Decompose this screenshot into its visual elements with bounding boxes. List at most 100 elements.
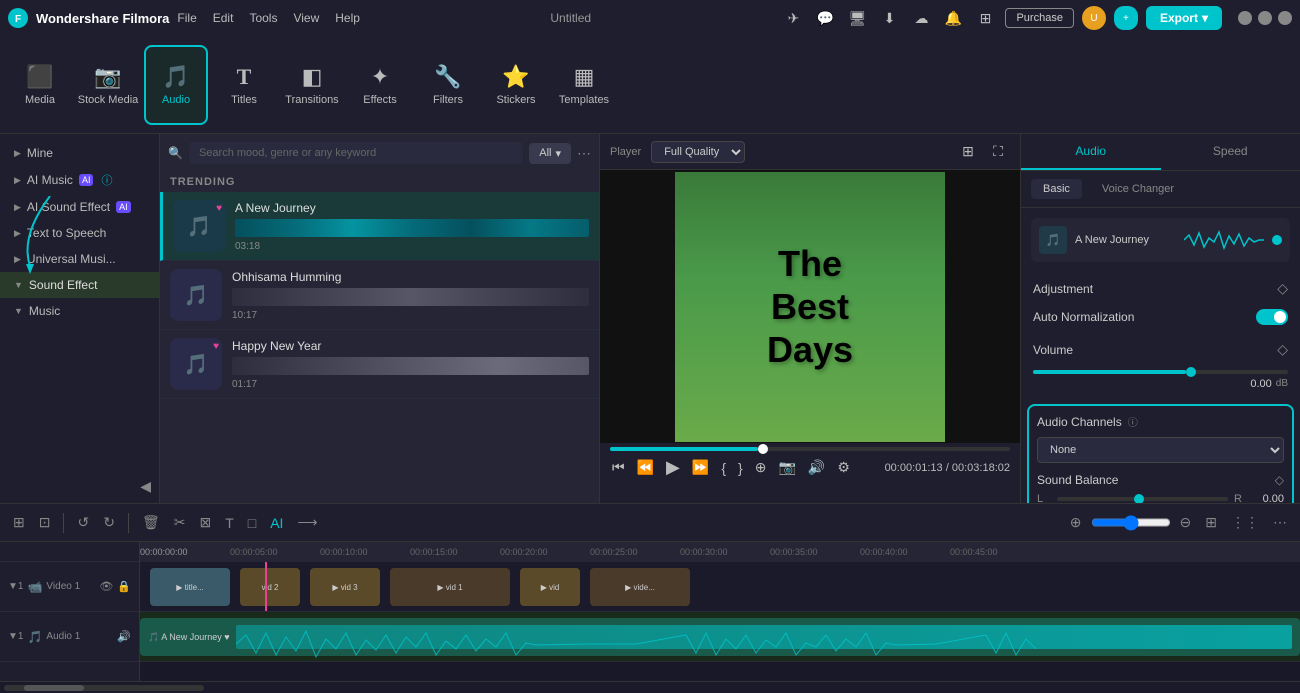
download-icon[interactable]: ⬇	[877, 6, 901, 30]
text-btn[interactable]: T	[220, 512, 239, 534]
mark-out-button[interactable]: }	[736, 458, 745, 478]
apps-icon[interactable]: ⊞	[973, 6, 997, 30]
minimize-button[interactable]	[1238, 11, 1252, 25]
volume-section-header[interactable]: Volume ◇	[1021, 333, 1300, 366]
volume-thumb[interactable]	[1186, 367, 1196, 377]
audio-channel-select[interactable]: NoneStereoMono LeftMono Right	[1037, 437, 1284, 463]
video-clip-2[interactable]: vid 2	[240, 568, 300, 606]
audio-track[interactable]: 🎵 A New Journey ♥	[140, 612, 1300, 662]
panel-item-universal-music[interactable]: ▶ Universal Musi...	[0, 246, 159, 272]
tool-stock-media[interactable]: 📷 Stock Media	[76, 45, 140, 125]
search-input[interactable]	[189, 142, 523, 164]
grid-btn[interactable]: ⋮⋮	[1226, 511, 1264, 534]
tab-audio[interactable]: Audio	[1021, 134, 1161, 170]
panel-item-text-to-speech[interactable]: ▶ Text to Speech	[0, 220, 159, 246]
menu-file[interactable]: File	[177, 11, 196, 25]
step-forward-button[interactable]: ⏩	[690, 457, 711, 478]
tool-audio[interactable]: 🎵 Audio	[144, 45, 208, 125]
color-match-btn[interactable]: □	[243, 512, 261, 534]
scroll-thumb[interactable]	[24, 685, 84, 691]
track-eye-icon[interactable]: 👁	[99, 580, 113, 593]
auto-normalization-toggle[interactable]	[1256, 309, 1288, 325]
grid-view-icon[interactable]: ⊞	[956, 140, 980, 164]
progress-bar[interactable]	[610, 447, 1010, 451]
filter-dropdown[interactable]: All ▾	[529, 143, 571, 164]
audio-item[interactable]: ♥ 🎵 A New Journey 03:18	[160, 192, 599, 261]
tool-templates[interactable]: ▦ Templates	[552, 45, 616, 125]
tool-titles[interactable]: T Titles	[212, 45, 276, 125]
timeline-more-btn[interactable]: ⋯	[1268, 511, 1292, 534]
purchase-button[interactable]: Purchase	[1005, 8, 1073, 28]
panel-item-sound-effect[interactable]: ▼ Sound Effect	[0, 272, 159, 298]
tool-transitions[interactable]: ◧ Transitions	[280, 45, 344, 125]
sub-tab-voice-changer[interactable]: Voice Changer	[1090, 179, 1186, 199]
playhead[interactable]	[265, 562, 267, 611]
track-lock-icon[interactable]: 🔒	[117, 580, 131, 593]
send-icon[interactable]: ✈	[781, 6, 805, 30]
tool-effects[interactable]: ✦ Effects	[348, 45, 412, 125]
audio-item[interactable]: ♥ 🎵 Happy New Year 01:17	[160, 330, 599, 399]
ai-tools-btn[interactable]: AI	[265, 512, 288, 534]
play-button[interactable]: ▶	[664, 455, 682, 480]
tool-filters[interactable]: 🔧 Filters	[416, 45, 480, 125]
video-clip-6[interactable]: ▶ vide...	[590, 568, 690, 606]
points-icon[interactable]: +	[1114, 6, 1138, 30]
volume-slider[interactable]	[1033, 370, 1288, 374]
tab-speed[interactable]: Speed	[1161, 134, 1300, 170]
add-marker-button[interactable]: ⊕	[753, 457, 769, 478]
tool-stickers[interactable]: ⭐ Stickers	[484, 45, 548, 125]
undo-button[interactable]: ↺	[72, 511, 94, 534]
zoom-out-btn[interactable]: ⊖	[1175, 511, 1197, 534]
maximize-button[interactable]	[1258, 11, 1272, 25]
snapshot-button[interactable]: 📷	[776, 457, 797, 478]
more-timeline-btn[interactable]: ⟶	[292, 511, 322, 534]
audio-item[interactable]: 🎵 Ohhisama Humming 10:17	[160, 261, 599, 330]
user-avatar[interactable]: U	[1082, 6, 1106, 30]
split-button[interactable]: ✂	[169, 511, 191, 534]
adjustment-section-header[interactable]: Adjustment ◇	[1021, 272, 1300, 305]
video-clip-5[interactable]: ▶ vid	[520, 568, 580, 606]
bell-icon[interactable]: 🔔	[941, 6, 965, 30]
redo-button[interactable]: ↻	[98, 511, 120, 534]
mark-in-button[interactable]: {	[719, 458, 728, 478]
video-clip-4[interactable]: ▶ vid 1	[390, 568, 510, 606]
menu-help[interactable]: Help	[335, 11, 360, 25]
timeline-target-btn[interactable]: ⊡	[34, 511, 56, 534]
collapse-panel-btn[interactable]: ◀	[0, 470, 159, 503]
quality-select[interactable]: Full Quality	[651, 141, 745, 163]
menu-edit[interactable]: Edit	[213, 11, 234, 25]
panel-item-ai-music[interactable]: ▶ AI Music AI ⓘ	[0, 166, 159, 194]
panel-item-ai-sound-effect[interactable]: ▶ AI Sound Effect AI	[0, 194, 159, 220]
settings-button[interactable]: ⚙	[835, 457, 852, 478]
zoom-slider[interactable]	[1091, 511, 1171, 534]
balance-slider[interactable]	[1057, 497, 1228, 501]
video-track[interactable]: ▶ title... vid 2 ▶ vid 3 ▶ vid 1 ▶ vid ▶…	[140, 562, 1300, 612]
panel-item-music[interactable]: ▼ Music	[0, 298, 159, 324]
step-back-button[interactable]: ⏪	[635, 457, 656, 478]
skip-back-button[interactable]: ⏮	[610, 457, 627, 478]
export-button[interactable]: Export ▾	[1146, 6, 1222, 30]
tool-media[interactable]: ⬛ Media	[8, 45, 72, 125]
fullscreen-icon[interactable]: ⛶	[986, 140, 1010, 164]
more-options-icon[interactable]: ⋯	[577, 145, 591, 162]
scroll-track[interactable]	[4, 685, 204, 691]
close-button[interactable]	[1278, 11, 1292, 25]
panel-item-mine[interactable]: ▶ Mine	[0, 140, 159, 166]
video-clip-3[interactable]: ▶ vid 3	[310, 568, 380, 606]
sub-tab-basic[interactable]: Basic	[1031, 179, 1082, 199]
menu-tools[interactable]: Tools	[249, 11, 277, 25]
cloud-icon[interactable]: ☁	[909, 6, 933, 30]
fit-btn[interactable]: ⊞	[1200, 511, 1222, 534]
delete-button[interactable]: 🗑	[137, 511, 165, 534]
monitor-icon[interactable]: 🖥	[845, 6, 869, 30]
zoom-in-btn[interactable]: ⊕	[1065, 511, 1087, 534]
video-clip-1[interactable]: ▶ title...	[150, 568, 230, 606]
menu-view[interactable]: View	[293, 11, 319, 25]
timeline-scrollbar[interactable]	[0, 681, 1300, 693]
volume-button[interactable]: 🔊	[806, 457, 827, 478]
audio-clip[interactable]: 🎵 A New Journey ♥	[140, 618, 1300, 656]
timeline-layout-btn[interactable]: ⊞	[8, 511, 30, 534]
chat-icon[interactable]: 💬	[813, 6, 837, 30]
audio-mute-icon[interactable]: 🔊	[117, 630, 131, 643]
balance-thumb[interactable]	[1134, 494, 1144, 503]
